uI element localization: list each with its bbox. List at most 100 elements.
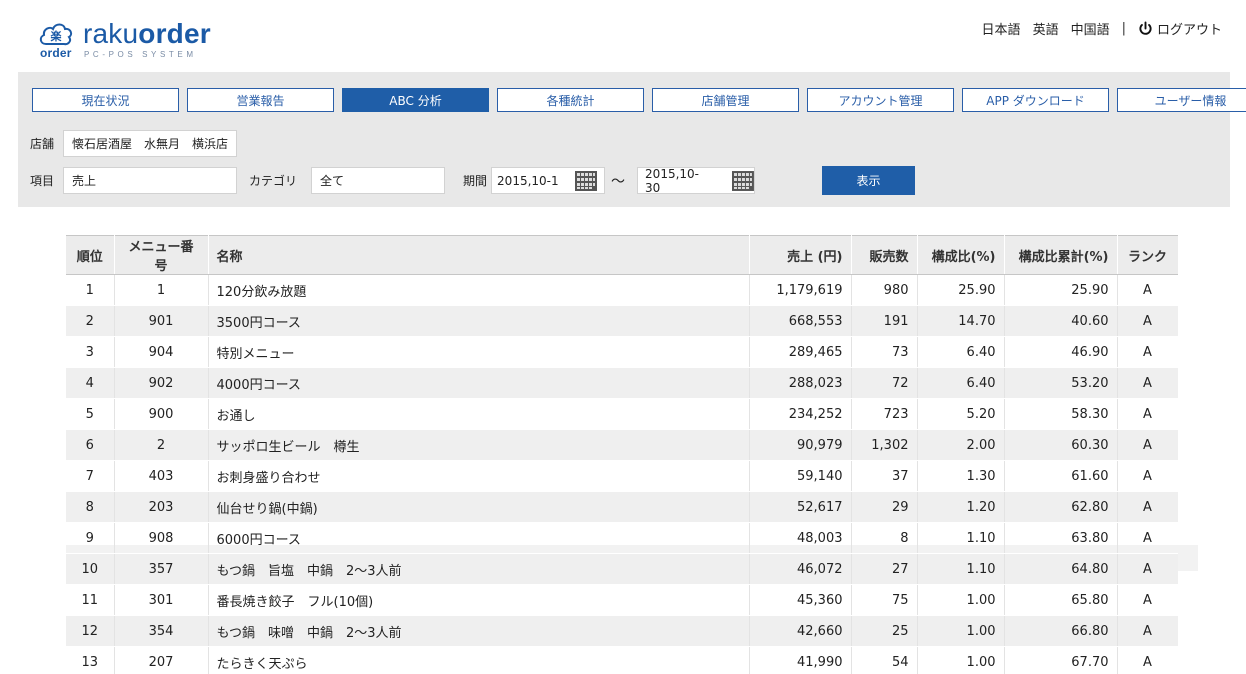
table-row[interactable]: 8 203 仙台せり鍋(中鍋) 52,617 29 1.20 62.80 A	[66, 491, 1178, 523]
separator: |	[1121, 21, 1126, 36]
tab-current-status[interactable]: 現在状況	[32, 88, 179, 112]
date-from-field[interactable]: 2015,10-1	[491, 167, 606, 194]
cell-menu-number: 1	[114, 274, 209, 306]
cell-menu-number: 354	[114, 615, 209, 647]
cell-sales: 41,990	[749, 646, 852, 674]
table-row[interactable]: 5 900 お通し 234,252 723 5.20 58.30 A	[66, 398, 1178, 430]
store-select[interactable]: 懐石居酒屋 水無月 横浜店	[63, 130, 238, 157]
logo-order-text: order	[40, 46, 72, 60]
cell-sales: 289,465	[749, 336, 852, 368]
table-row[interactable]: 11 301 番長焼き餃子 フル(10個) 45,360 75 1.00 65.80 A	[66, 584, 1178, 616]
table-row[interactable]: 4 902 4000円コース 288,023 72 6.40 53.20 A	[66, 367, 1178, 399]
lang-japanese-link[interactable]: 日本語	[982, 19, 1021, 38]
logout-button[interactable]: ログアウト	[1138, 19, 1222, 38]
table-header-row: 順位 メニュー番号 名称 売上 (円) 販売数 構成比(%) 構成比累計(%) …	[66, 235, 1178, 275]
filter-row: 項目 売上 カテゴリ 全て 期間 2015,10-1 ～ 2015,10-30	[30, 166, 916, 195]
tab-account-management[interactable]: アカウント管理	[807, 88, 954, 112]
nav-tabs: 現在状況 営業報告 ABC 分析 各種統計 店舗管理 アカウント管理 APP ダ…	[32, 88, 1246, 112]
cell-quantity: 37	[851, 460, 918, 492]
cell-name: お刺身盛り合わせ	[208, 460, 750, 492]
table-row[interactable]: 1 1 120分飲み放題 1,179,619 980 25.90 25.90 A	[66, 274, 1178, 306]
col-header-ratio[interactable]: 構成比(%)	[917, 235, 1005, 275]
table-row[interactable]: 7 403 お刺身盛り合わせ 59,140 37 1.30 61.60 A	[66, 460, 1178, 492]
cell-rank: 10	[66, 553, 115, 585]
calendar-icon[interactable]	[574, 170, 597, 191]
cell-grade: A	[1117, 274, 1178, 306]
cell-name: お通し	[208, 398, 750, 430]
cell-ratio: 1.00	[917, 646, 1005, 674]
item-select[interactable]: 売上	[63, 167, 238, 194]
cell-quantity: 75	[851, 584, 918, 616]
tab-app-download[interactable]: APP ダウンロード	[962, 88, 1109, 112]
cell-cumulative-ratio: 65.80	[1004, 584, 1118, 616]
col-header-grade[interactable]: ランク	[1117, 235, 1178, 275]
cell-menu-number: 901	[114, 305, 209, 337]
cell-sales: 48,003	[749, 522, 852, 554]
cell-quantity: 8	[851, 522, 918, 554]
table-row[interactable]: 13 207 たらきく天ぷら 41,990 54 1.00 67.70 A	[66, 646, 1178, 674]
cell-grade: A	[1117, 615, 1178, 647]
table-row[interactable]: 10 357 もつ鍋 旨塩 中鍋 2～3人前 46,072 27 1.10 64.80 A	[66, 553, 1178, 585]
col-header-rank[interactable]: 順位	[66, 235, 115, 275]
cell-menu-number: 2	[114, 429, 209, 461]
table-row[interactable]: 6 2 サッポロ生ビール 樽生 90,979 1,302 2.00 60.30 A	[66, 429, 1178, 461]
cell-ratio: 1.00	[917, 584, 1005, 616]
table-row[interactable]: 9 908 6000円コース 48,003 8 1.10 63.80 A	[66, 522, 1178, 554]
lang-chinese-link[interactable]: 中国語	[1071, 19, 1110, 38]
tab-statistics[interactable]: 各種統計	[497, 88, 644, 112]
cell-cumulative-ratio: 64.80	[1004, 553, 1118, 585]
logo-name-light: raku	[83, 18, 139, 49]
logo: 楽 order rakuorder PC-POS SYSTEM	[38, 18, 238, 64]
cell-name: 4000円コース	[208, 367, 750, 399]
cell-menu-number: 203	[114, 491, 209, 523]
show-button[interactable]: 表示	[822, 166, 916, 195]
cell-cumulative-ratio: 62.80	[1004, 491, 1118, 523]
logo-name: rakuorder	[83, 18, 211, 50]
cell-quantity: 723	[851, 398, 918, 430]
cell-sales: 59,140	[749, 460, 852, 492]
cell-sales: 288,023	[749, 367, 852, 399]
tab-abc-analysis[interactable]: ABC 分析	[342, 88, 489, 112]
cell-rank: 1	[66, 274, 115, 306]
tab-store-management[interactable]: 店舗管理	[652, 88, 799, 112]
cell-rank: 5	[66, 398, 115, 430]
cell-rank: 9	[66, 522, 115, 554]
cell-grade: A	[1117, 553, 1178, 585]
cell-quantity: 191	[851, 305, 918, 337]
table-row[interactable]: 12 354 もつ鍋 味噌 中鍋 2～3人前 42,660 25 1.00 66.80 A	[66, 615, 1178, 647]
tab-sales-report[interactable]: 営業報告	[187, 88, 334, 112]
cell-grade: A	[1117, 305, 1178, 337]
store-label: 店舗	[30, 137, 55, 151]
col-header-sales[interactable]: 売上 (円)	[749, 235, 852, 275]
cell-ratio: 1.00	[917, 615, 1005, 647]
cell-rank: 7	[66, 460, 115, 492]
col-header-cumulative-ratio[interactable]: 構成比累計(%)	[1004, 235, 1118, 275]
cell-quantity: 29	[851, 491, 918, 523]
col-header-quantity[interactable]: 販売数	[851, 235, 918, 275]
cell-cumulative-ratio: 40.60	[1004, 305, 1118, 337]
col-header-menu-number[interactable]: メニュー番号	[114, 235, 209, 275]
lang-english-link[interactable]: 英語	[1033, 19, 1059, 38]
tab-user-info[interactable]: ユーザー情報	[1117, 88, 1246, 112]
cell-sales: 234,252	[749, 398, 852, 430]
col-header-name[interactable]: 名称	[208, 235, 750, 275]
cell-grade: A	[1117, 646, 1178, 674]
cell-rank: 11	[66, 584, 115, 616]
category-select[interactable]: 全て	[311, 167, 446, 194]
abc-table-container: 順位 メニュー番号 名称 売上 (円) 販売数 構成比(%) 構成比累計(%) …	[66, 235, 1178, 674]
cell-cumulative-ratio: 53.20	[1004, 367, 1118, 399]
range-tilde: ～	[611, 173, 626, 190]
date-to-field[interactable]: 2015,10-30	[637, 167, 756, 195]
cell-cumulative-ratio: 25.90	[1004, 274, 1118, 306]
store-row: 店舗 懐石居酒屋 水無月 横浜店	[30, 130, 238, 157]
cell-cumulative-ratio: 67.70	[1004, 646, 1118, 674]
table-row[interactable]: 3 904 特別メニュー 289,465 73 6.40 46.90 A	[66, 336, 1178, 368]
cell-name: もつ鍋 旨塩 中鍋 2～3人前	[208, 553, 750, 585]
abc-analysis-table: 順位 メニュー番号 名称 売上 (円) 販売数 構成比(%) 構成比累計(%) …	[66, 235, 1178, 674]
cell-ratio: 5.20	[917, 398, 1005, 430]
cell-menu-number: 904	[114, 336, 209, 368]
table-row[interactable]: 2 901 3500円コース 668,553 191 14.70 40.60 A	[66, 305, 1178, 337]
calendar-icon[interactable]	[732, 170, 755, 191]
control-panel: 現在状況 営業報告 ABC 分析 各種統計 店舗管理 アカウント管理 APP ダ…	[18, 72, 1246, 207]
cell-cumulative-ratio: 46.90	[1004, 336, 1118, 368]
